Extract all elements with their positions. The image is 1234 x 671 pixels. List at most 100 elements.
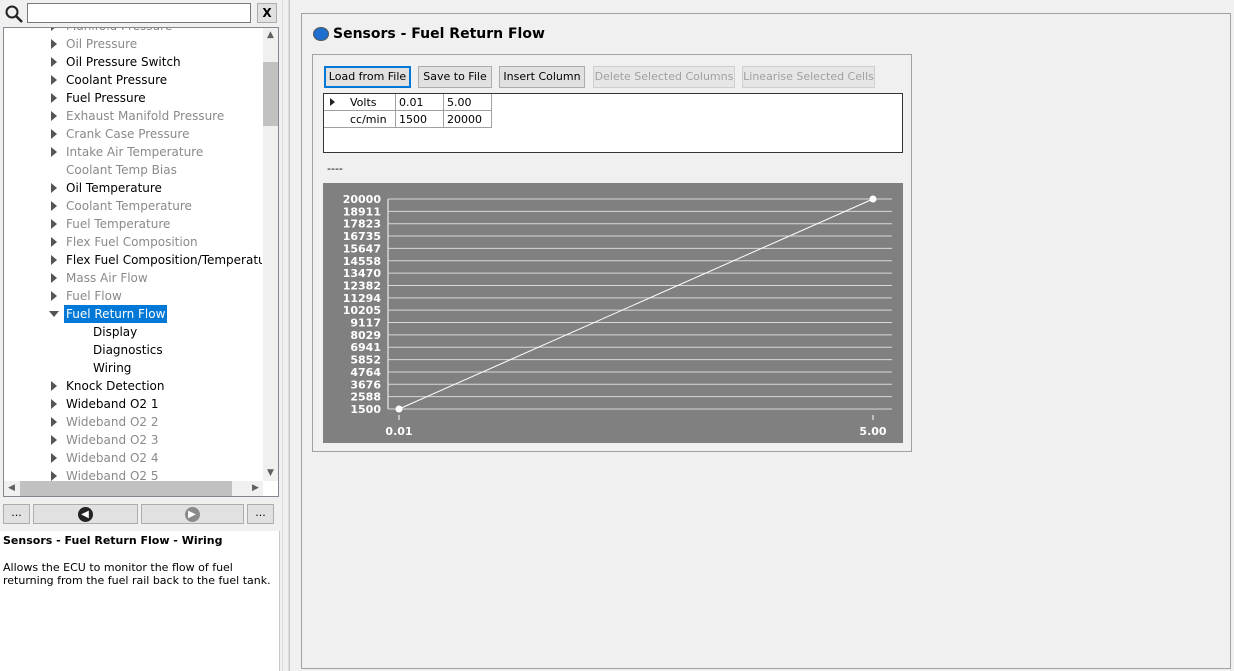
- table-cell[interactable]: 5.00: [444, 94, 492, 111]
- tree-item[interactable]: Fuel Temperature: [4, 215, 262, 233]
- search-input[interactable]: [27, 3, 251, 23]
- tree-item[interactable]: Wideband O2 3: [4, 431, 262, 449]
- collapsed-arrow-icon[interactable]: [51, 147, 57, 157]
- tree-item[interactable]: Mass Air Flow: [4, 269, 262, 287]
- y-tick-label: 14558: [343, 255, 381, 268]
- collapsed-arrow-icon[interactable]: [51, 28, 57, 31]
- tree-item[interactable]: Intake Air Temperature: [4, 143, 262, 161]
- vertical-scroll-thumb[interactable]: [263, 62, 278, 126]
- collapsed-arrow-icon[interactable]: [51, 39, 57, 49]
- tree-item[interactable]: Manifold Pressure: [4, 28, 262, 35]
- collapsed-arrow-icon[interactable]: [51, 93, 57, 103]
- tree-item[interactable]: Coolant Pressure: [4, 71, 262, 89]
- tree-item-label: Fuel Flow: [66, 289, 122, 303]
- tree-item[interactable]: Wideband O2 5: [4, 467, 262, 482]
- collapsed-arrow-icon[interactable]: [51, 219, 57, 229]
- more-right-button[interactable]: ...: [247, 504, 274, 524]
- collapsed-arrow-icon[interactable]: [51, 57, 57, 67]
- help-body: Allows the ECU to monitor the flow of fu…: [3, 561, 271, 587]
- calibration-chart[interactable]: 20000 18911 17823 16735 15647 14558 13470 12382…: [323, 183, 903, 443]
- tree-item-label: Coolant Pressure: [66, 73, 168, 87]
- tree-item[interactable]: Fuel Return Flow: [4, 305, 262, 323]
- horizontal-scrollbar[interactable]: ◀ ▶: [4, 481, 263, 496]
- tree-item[interactable]: Knock Detection: [4, 377, 262, 395]
- y-tick-label: 13470: [343, 267, 382, 280]
- row-header-volts[interactable]: Volts: [324, 94, 396, 111]
- table-cell[interactable]: 0.01: [396, 94, 444, 111]
- scroll-down-icon[interactable]: ▼: [263, 466, 278, 481]
- collapsed-arrow-icon[interactable]: [51, 453, 57, 463]
- clear-search-button[interactable]: X: [257, 3, 277, 23]
- tree-item[interactable]: Oil Pressure: [4, 35, 262, 53]
- save-to-file-button[interactable]: Save to File: [418, 66, 492, 88]
- y-tick-label: 8029: [350, 329, 381, 342]
- chart-svg: 2000018911178231673515647145581347012382…: [343, 193, 892, 438]
- tree-item[interactable]: Crank Case Pressure: [4, 125, 262, 143]
- tree-item[interactable]: Diagnostics: [4, 341, 262, 359]
- tree-item[interactable]: Wiring: [4, 359, 262, 377]
- collapsed-arrow-icon[interactable]: [51, 273, 57, 283]
- collapsed-arrow-icon[interactable]: [51, 435, 57, 445]
- y-tick-label: 1500: [350, 403, 381, 416]
- collapsed-arrow-icon[interactable]: [51, 75, 57, 85]
- x-tick-label: 5.00: [859, 425, 886, 438]
- tree-list: Manifold Pressure Oil Pressure Oil Pressur…: [4, 28, 262, 482]
- collapsed-arrow-icon[interactable]: [51, 111, 57, 121]
- back-button[interactable]: ◀: [33, 504, 138, 524]
- delete-selected-columns-button[interactable]: Delete Selected Columns: [593, 66, 735, 88]
- forward-arrow-icon: ▶: [184, 507, 200, 522]
- tree-item-label: Display: [93, 325, 138, 339]
- tree-item[interactable]: Coolant Temperature: [4, 197, 262, 215]
- tree-item[interactable]: Wideband O2 4: [4, 449, 262, 467]
- collapsed-arrow-icon[interactable]: [51, 237, 57, 247]
- scroll-left-icon[interactable]: ◀: [4, 481, 19, 496]
- tree-item-label: Coolant Temperature: [66, 199, 192, 213]
- series-line: [398, 198, 874, 410]
- collapsed-arrow-icon[interactable]: [51, 471, 57, 481]
- tree-item[interactable]: Coolant Temp Bias: [4, 161, 262, 179]
- y-tick-label: 10205: [343, 304, 381, 317]
- splitter[interactable]: [282, 0, 289, 671]
- collapsed-arrow-icon[interactable]: [51, 201, 57, 211]
- y-tick-label: 6941: [350, 341, 381, 354]
- tree-item[interactable]: Wideband O2 2: [4, 413, 262, 431]
- forward-button[interactable]: ▶: [141, 504, 244, 524]
- calibration-table[interactable]: Volts 0.01 5.00 cc/min 1500 20000: [323, 93, 903, 153]
- collapsed-arrow-icon[interactable]: [51, 381, 57, 391]
- x-tick-label: 0.01: [385, 425, 412, 438]
- tree-item[interactable]: Wideband O2 1: [4, 395, 262, 413]
- tree-item[interactable]: Flex Fuel Composition/Temperature S: [4, 251, 262, 269]
- back-arrow-icon: ◀: [77, 507, 93, 522]
- collapsed-arrow-icon[interactable]: [51, 183, 57, 193]
- linearise-selected-cells-button[interactable]: Linearise Selected Cells: [742, 66, 875, 88]
- more-left-button[interactable]: ...: [3, 504, 30, 524]
- expanded-arrow-icon[interactable]: [49, 311, 59, 317]
- sensor-tree[interactable]: Manifold Pressure Oil Pressure Oil Pressur…: [3, 27, 279, 497]
- scroll-right-icon[interactable]: ▶: [248, 481, 263, 496]
- collapsed-arrow-icon[interactable]: [51, 255, 57, 265]
- scroll-up-icon[interactable]: ▲: [263, 28, 278, 43]
- tree-item[interactable]: Oil Temperature: [4, 179, 262, 197]
- tree-item[interactable]: Fuel Flow: [4, 287, 262, 305]
- tree-item[interactable]: Exhaust Manifold Pressure: [4, 107, 262, 125]
- collapsed-arrow-icon[interactable]: [51, 291, 57, 301]
- search-icon[interactable]: [4, 4, 24, 24]
- row-header-ccmin[interactable]: cc/min: [324, 111, 396, 128]
- insert-column-button[interactable]: Insert Column: [499, 66, 585, 88]
- table-cell[interactable]: 1500: [396, 111, 444, 128]
- vertical-scrollbar[interactable]: ▲ ▼: [263, 28, 278, 481]
- data-point: [869, 195, 877, 203]
- load-from-file-button[interactable]: Load from File: [324, 66, 411, 88]
- tree-item[interactable]: Fuel Pressure: [4, 89, 262, 107]
- table-cell[interactable]: 20000: [444, 111, 492, 128]
- tree-item-label: Fuel Return Flow: [64, 305, 168, 323]
- tree-item[interactable]: Display: [4, 323, 262, 341]
- tree-item-label: Flex Fuel Composition: [66, 235, 198, 249]
- horizontal-scroll-thumb[interactable]: [20, 481, 232, 496]
- tree-item-label: Wideband O2 1: [66, 397, 159, 411]
- tree-item[interactable]: Oil Pressure Switch: [4, 53, 262, 71]
- collapsed-arrow-icon[interactable]: [51, 399, 57, 409]
- tree-item[interactable]: Flex Fuel Composition: [4, 233, 262, 251]
- collapsed-arrow-icon[interactable]: [51, 129, 57, 139]
- collapsed-arrow-icon[interactable]: [51, 417, 57, 427]
